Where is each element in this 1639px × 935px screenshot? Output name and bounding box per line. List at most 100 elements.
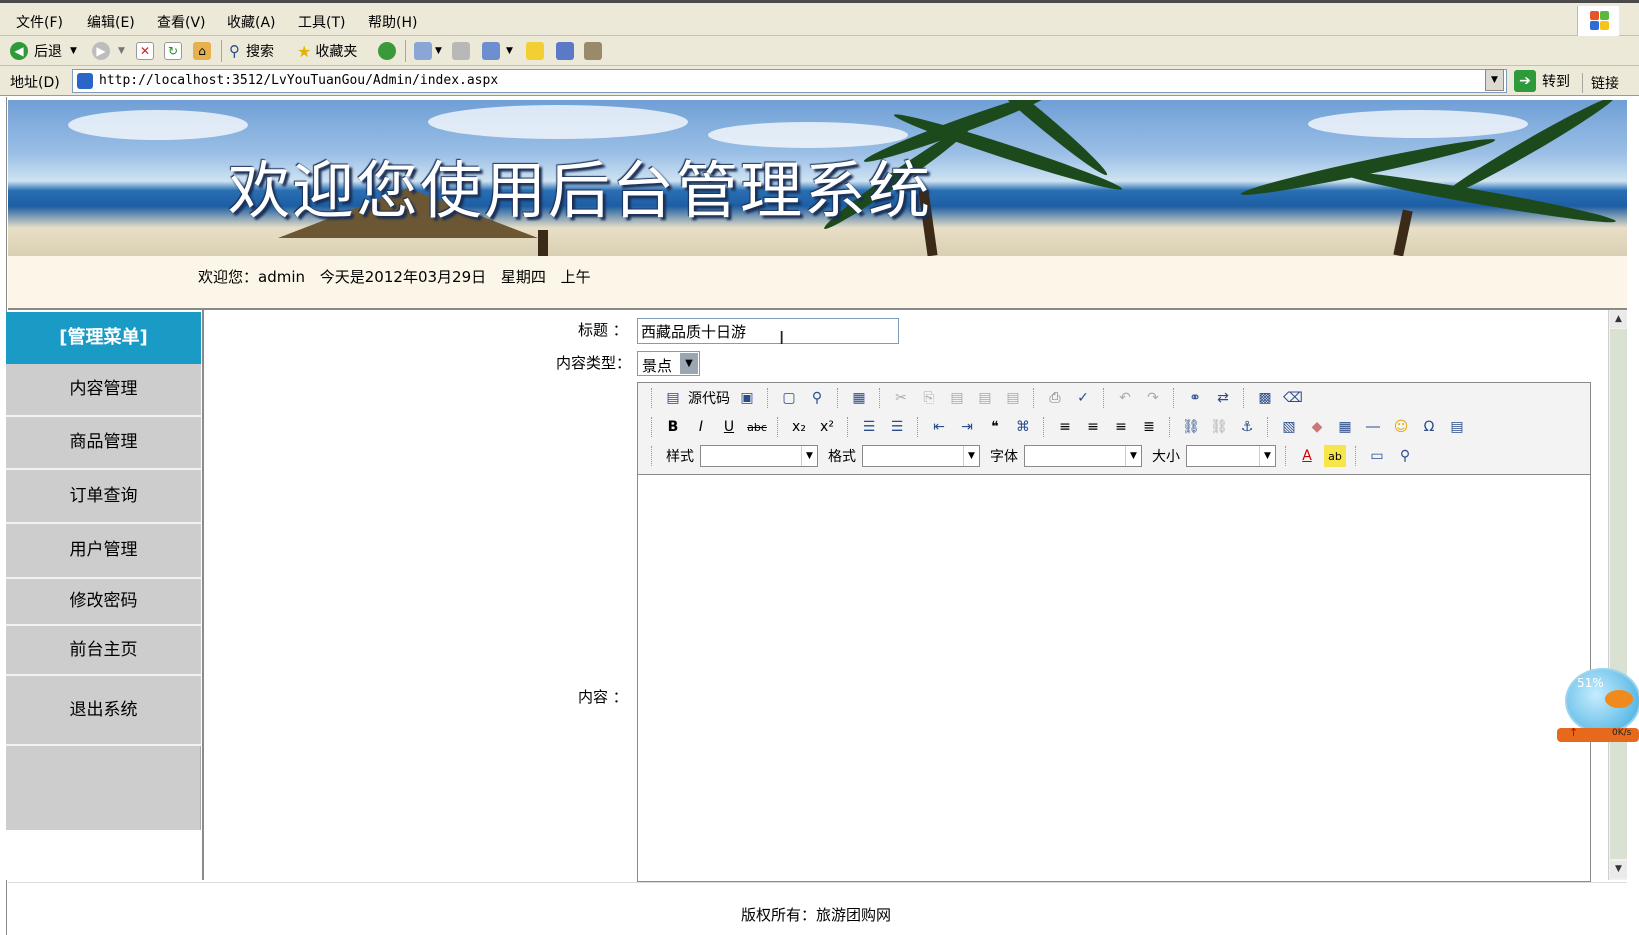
menu-favorites[interactable]: 收藏(A) (227, 12, 276, 32)
network-speed-widget[interactable]: 51% ↑ 0K/s (1547, 668, 1639, 746)
discuss-button[interactable] (526, 41, 544, 61)
sidebar-item-content[interactable]: 内容管理 (6, 364, 201, 417)
history-button[interactable] (378, 41, 396, 61)
anchor-icon[interactable]: ⚓ (1236, 416, 1258, 438)
bg-color-icon[interactable]: ab (1324, 445, 1346, 467)
align-right-icon[interactable]: ≡ (1110, 416, 1132, 438)
refresh-button[interactable]: ↻ (164, 41, 182, 61)
footer-copyright: 版权所有：旅游团购网 (741, 906, 892, 924)
home-button[interactable]: ⌂ (193, 41, 211, 61)
title-input[interactable] (637, 318, 899, 344)
paste-word-icon[interactable]: ▤ (1002, 387, 1024, 409)
indent-icon[interactable]: ⇥ (956, 416, 978, 438)
style-select[interactable]: ▼ (700, 445, 818, 467)
redo-icon[interactable]: ↷ (1142, 387, 1164, 409)
image-icon[interactable]: ▧ (1278, 416, 1300, 438)
horizontal-rule-icon[interactable]: ― (1362, 416, 1384, 438)
forward-dropdown-icon[interactable]: ▼ (118, 46, 125, 56)
back-button[interactable]: ◀ 后退 ▼ (10, 41, 77, 61)
remove-format-icon[interactable]: ⌫ (1282, 387, 1304, 409)
bold-icon[interactable]: B (662, 416, 684, 438)
menu-file[interactable]: 文件(F) (16, 12, 63, 32)
align-justify-icon[interactable]: ≣ (1138, 416, 1160, 438)
spellcheck-icon[interactable]: ✓ (1072, 387, 1094, 409)
back-dropdown-icon[interactable]: ▼ (70, 46, 77, 56)
paste-text-icon[interactable]: ▤ (974, 387, 996, 409)
search-button[interactable]: ⚲ 搜索 (229, 41, 274, 61)
align-center-icon[interactable]: ≡ (1082, 416, 1104, 438)
div-container-icon[interactable]: ⌘ (1012, 416, 1034, 438)
go-button[interactable]: ➔ 转到 (1514, 70, 1570, 92)
scroll-down-icon[interactable]: ▼ (1610, 861, 1627, 878)
copy-icon[interactable]: ⎘ (918, 387, 940, 409)
title-label: 标题 ： (578, 321, 628, 339)
find-icon[interactable]: ⚭ (1184, 387, 1206, 409)
align-left-icon[interactable]: ≡ (1054, 416, 1076, 438)
special-char-icon[interactable]: Ω (1418, 416, 1440, 438)
page-break-icon[interactable]: ▤ (1446, 416, 1468, 438)
size-select[interactable]: ▼ (1186, 445, 1276, 467)
scroll-thumb[interactable] (1610, 329, 1627, 859)
templates-icon[interactable]: ▦ (848, 387, 870, 409)
blockquote-icon[interactable]: ❝ (984, 416, 1006, 438)
forward-button[interactable]: ▶ ▼ (92, 41, 125, 61)
mail-icon (414, 42, 432, 60)
editor-content-area[interactable] (638, 476, 1590, 881)
text-color-icon[interactable]: A (1296, 445, 1318, 467)
save-icon[interactable]: ▣ (736, 387, 758, 409)
table-icon[interactable]: ▦ (1334, 416, 1356, 438)
edit-button[interactable]: ▼ (482, 41, 513, 61)
scroll-up-icon[interactable]: ▲ (1610, 311, 1627, 328)
show-blocks-icon[interactable]: ⚲ (1394, 445, 1416, 467)
select-all-icon[interactable]: ▩ (1254, 387, 1276, 409)
source-icon: ▤ (666, 390, 680, 406)
font-select[interactable]: ▼ (1024, 445, 1142, 467)
outdent-icon[interactable]: ⇤ (928, 416, 950, 438)
favorites-button[interactable]: ★ 收藏夹 (297, 41, 357, 61)
unlink-icon[interactable]: ⛓ (1208, 416, 1230, 438)
new-page-icon[interactable]: ▢ (778, 387, 800, 409)
italic-icon[interactable]: I (690, 416, 712, 438)
address-dropdown-icon[interactable]: ▼ (1485, 69, 1504, 91)
sidebar-item-frontpage[interactable]: 前台主页 (6, 626, 201, 676)
preview-icon[interactable]: ⚲ (806, 387, 828, 409)
superscript-icon[interactable]: x² (816, 416, 838, 438)
menu-tools[interactable]: 工具(T) (298, 12, 345, 32)
page-scrollbar[interactable]: ▲ ▼ (1608, 310, 1627, 880)
sidebar-item-orders[interactable]: 订单查询 (6, 470, 201, 524)
sidebar: [管理菜单] 内容管理 商品管理 订单查询 用户管理 修改密码 前台主页 退出系… (6, 312, 201, 830)
messenger-button[interactable] (556, 41, 574, 61)
source-button[interactable]: ▤ 源代码 (662, 387, 730, 409)
cut-icon[interactable]: ✂ (890, 387, 912, 409)
sidebar-item-password[interactable]: 修改密码 (6, 579, 201, 626)
subscript-icon[interactable]: x₂ (788, 416, 810, 438)
links-button[interactable]: 链接 (1582, 73, 1619, 93)
undo-icon[interactable]: ↶ (1114, 387, 1136, 409)
strikethrough-icon[interactable]: abc (746, 416, 768, 438)
underline-icon[interactable]: U (718, 416, 740, 438)
paste-icon[interactable]: ▤ (946, 387, 968, 409)
research-button[interactable] (584, 41, 602, 61)
flash-icon[interactable]: ◆ (1306, 416, 1328, 438)
ordered-list-icon[interactable]: ☰ (858, 416, 880, 438)
sidebar-item-users[interactable]: 用户管理 (6, 524, 201, 579)
link-icon[interactable]: ⛓ (1180, 416, 1202, 438)
stop-button[interactable]: ✕ (136, 41, 154, 61)
address-input[interactable]: http://localhost:3512/LvYouTuanGou/Admin… (72, 69, 1507, 93)
unordered-list-icon[interactable]: ☰ (886, 416, 908, 438)
smiley-icon[interactable]: ☺ (1390, 416, 1412, 438)
replace-icon[interactable]: ⇄ (1212, 387, 1234, 409)
menu-help[interactable]: 帮助(H) (368, 12, 417, 32)
mail-button[interactable]: ▼ (414, 41, 442, 61)
maximize-icon[interactable]: ▭ (1366, 445, 1388, 467)
sidebar-item-products[interactable]: 商品管理 (6, 417, 201, 470)
format-select[interactable]: ▼ (862, 445, 980, 467)
menu-edit[interactable]: 编辑(E) (87, 12, 135, 32)
address-url[interactable]: http://localhost:3512/LvYouTuanGou/Admin… (99, 73, 498, 88)
menu-view[interactable]: 查看(V) (157, 12, 206, 32)
print-icon[interactable]: ⎙ (1044, 387, 1066, 409)
sidebar-item-logout[interactable]: 退出系统 (6, 676, 201, 746)
chevron-down-icon[interactable]: ▼ (680, 353, 698, 374)
content-type-select[interactable]: 景点 ▼ (637, 351, 700, 376)
print-button[interactable] (452, 41, 470, 61)
